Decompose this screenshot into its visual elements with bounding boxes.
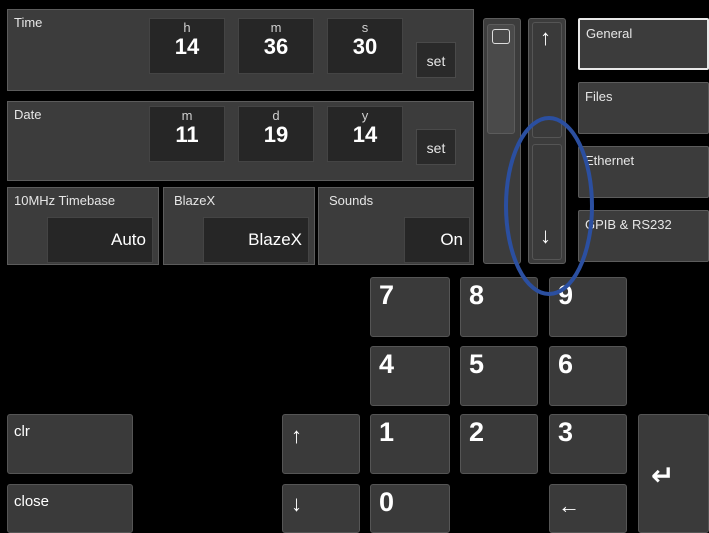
arrow-down-icon: ↓ <box>540 223 551 248</box>
arrow-up-icon: ↑ <box>540 25 551 50</box>
key-1[interactable]: 1 <box>370 414 450 474</box>
day-unit: d <box>272 108 280 123</box>
key-0-label: 0 <box>379 487 395 517</box>
key-1-label: 1 <box>379 417 395 447</box>
scroll-down-button[interactable]: ↓ <box>532 144 562 260</box>
key-3[interactable]: 3 <box>549 414 627 474</box>
second-value: 30 <box>352 34 378 59</box>
arrow-down-icon: ↓ <box>291 491 302 516</box>
date-set-button[interactable]: set <box>416 129 456 165</box>
key-3-label: 3 <box>558 417 574 447</box>
year-value: 14 <box>352 122 378 147</box>
key-6[interactable]: 6 <box>549 346 627 406</box>
key-5[interactable]: 5 <box>460 346 538 406</box>
timebase-value[interactable]: Auto <box>47 217 153 263</box>
key-4[interactable]: 4 <box>370 346 450 406</box>
menu-item-files[interactable]: Files <box>578 82 709 134</box>
arrow-up-icon: ↑ <box>291 423 302 448</box>
time-set-button[interactable]: set <box>416 42 456 78</box>
key-5-label: 5 <box>469 349 485 379</box>
hour-field[interactable]: h 14 <box>149 18 225 74</box>
close-label: close <box>14 493 50 510</box>
clr-label: clr <box>14 423 30 440</box>
key-6-label: 6 <box>558 349 574 379</box>
time-label: Time <box>14 15 43 30</box>
cursor-up-button[interactable]: ↑ <box>282 414 360 474</box>
sounds-label: Sounds <box>329 193 374 208</box>
minute-field[interactable]: m 36 <box>238 18 314 74</box>
scrollbar-thumb-indicator <box>492 29 510 44</box>
sounds-value[interactable]: On <box>404 217 470 263</box>
date-label: Date <box>14 107 42 122</box>
backspace-button[interactable]: ← <box>549 484 627 533</box>
menu-item-general[interactable]: General <box>578 18 709 70</box>
key-9-label: 9 <box>558 280 574 310</box>
blazex-value[interactable]: BlazeX <box>203 217 309 263</box>
year-field[interactable]: y 14 <box>327 106 403 162</box>
key-2[interactable]: 2 <box>460 414 538 474</box>
menu-item-ethernet[interactable]: Ethernet <box>578 146 709 198</box>
key-2-label: 2 <box>469 417 485 447</box>
backspace-icon: ← <box>558 493 580 518</box>
minute-unit: m <box>270 20 282 35</box>
second-unit: s <box>361 20 369 35</box>
hour-value: 14 <box>174 34 200 59</box>
key-8[interactable]: 8 <box>460 277 538 337</box>
scrollbar-thumb[interactable] <box>487 24 515 134</box>
enter-button[interactable]: ↵ <box>638 414 709 533</box>
timebase-label: 10MHz Timebase <box>14 193 116 208</box>
key-8-label: 8 <box>469 280 485 310</box>
key-7-label: 7 <box>379 280 395 310</box>
key-0[interactable]: 0 <box>370 484 450 533</box>
month-unit: m <box>181 108 193 123</box>
key-4-label: 4 <box>379 349 395 379</box>
cursor-down-button[interactable]: ↓ <box>282 484 360 533</box>
second-field[interactable]: s 30 <box>327 18 403 74</box>
minute-value: 36 <box>263 34 289 59</box>
month-field[interactable]: m 11 <box>149 106 225 162</box>
close-button[interactable]: close <box>7 484 133 533</box>
key-7[interactable]: 7 <box>370 277 450 337</box>
blazex-label: BlazeX <box>174 193 216 208</box>
enter-icon: ↵ <box>651 460 675 491</box>
clr-button[interactable]: clr <box>7 414 133 474</box>
month-value: 11 <box>175 122 199 147</box>
hour-unit: h <box>183 20 191 35</box>
scroll-up-button[interactable]: ↑ <box>532 22 562 138</box>
key-9[interactable]: 9 <box>549 277 627 337</box>
year-unit: y <box>361 108 369 123</box>
menu-item-gpib-rs232[interactable]: GPIB & RS232 <box>578 210 709 262</box>
day-field[interactable]: d 19 <box>238 106 314 162</box>
day-value: 19 <box>263 122 289 147</box>
